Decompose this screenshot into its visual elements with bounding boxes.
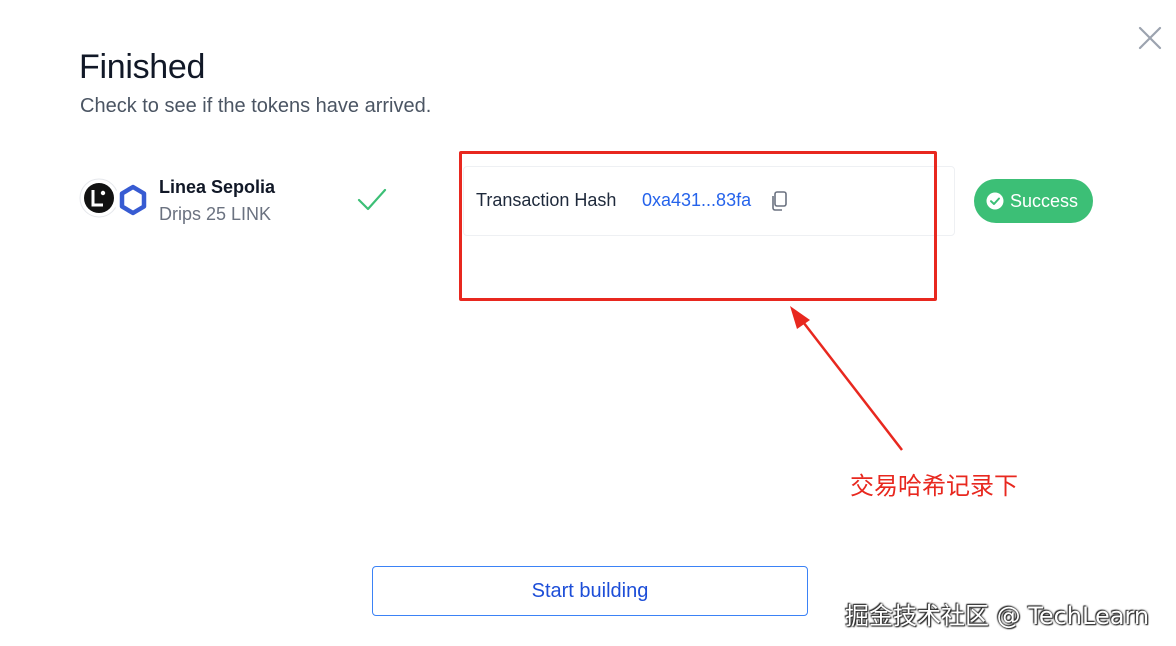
network-icons	[79, 178, 152, 222]
close-icon[interactable]	[1134, 22, 1166, 54]
status-label: Success	[1010, 190, 1079, 211]
network-name: Linea Sepolia	[159, 177, 276, 197]
annotation-highlight-box	[459, 151, 937, 301]
check-icon	[357, 188, 387, 211]
finished-dialog: Finished Check to see if the tokens have…	[0, 0, 1176, 646]
drip-amount: Drips 25 LINK	[159, 204, 272, 224]
start-building-button[interactable]: Start building	[372, 566, 808, 616]
check-circle-icon	[986, 192, 1004, 210]
dialog-title: Finished	[79, 48, 206, 86]
watermark: 掘金技术社区 @ TechLearn	[845, 602, 1150, 630]
annotation-text: 交易哈希记录下	[850, 472, 1018, 500]
chainlink-logo-icon	[114, 181, 152, 219]
annotation-arrow-icon	[790, 306, 903, 451]
status-badge: Success	[974, 179, 1093, 223]
dialog-subtitle: Check to see if the tokens have arrived.	[80, 95, 432, 117]
